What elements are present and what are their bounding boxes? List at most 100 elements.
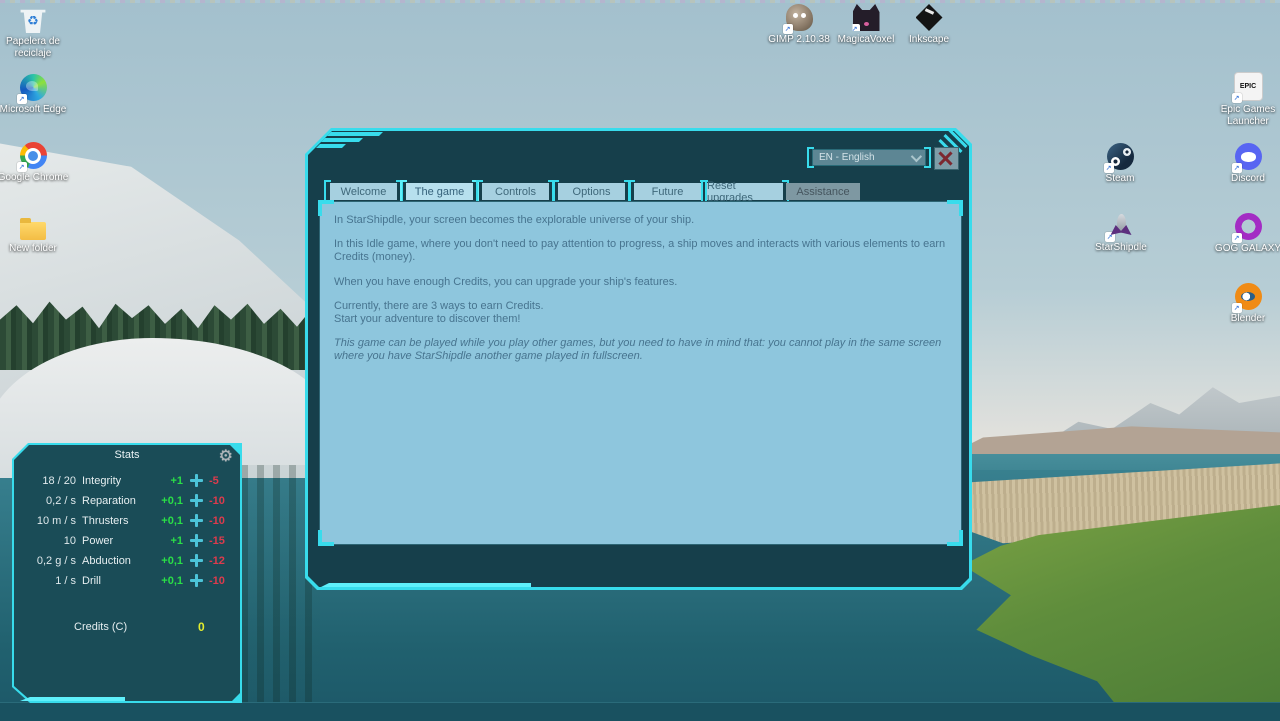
icon-label: Google Chrome: [0, 172, 68, 184]
tab-content-panel: In StarShipdle, your screen becomes the …: [319, 201, 962, 545]
tab-label: Options: [573, 186, 611, 198]
stat-cost: -10: [206, 515, 234, 527]
stat-gain: +0,1: [154, 515, 186, 527]
tab-label: The game: [415, 186, 465, 198]
tab-the-game[interactable]: The game: [406, 183, 473, 200]
tab-welcome[interactable]: Welcome: [330, 183, 397, 200]
bottom-edge-decoration: [321, 583, 531, 587]
stat-cost: -10: [206, 495, 234, 507]
shortcut-arrow-icon: [1232, 93, 1242, 103]
magicavoxel-icon: [853, 4, 880, 31]
icon-label: Discord: [1231, 173, 1265, 185]
tab-reset-upgrades[interactable]: Reset upgrades: [707, 183, 783, 200]
desktop-icon-discord[interactable]: Discord: [1209, 143, 1280, 185]
recycle-bin-icon: ♻: [20, 6, 47, 33]
icon-label: GIMP 2.10.38: [768, 34, 830, 46]
edge-icon: [20, 74, 47, 101]
icon-label: Microsoft Edge: [0, 104, 66, 116]
tab-future[interactable]: Future: [634, 183, 701, 200]
corner-decoration: [327, 132, 383, 136]
corner-bracket: [318, 200, 334, 216]
tab-controls[interactable]: Controls: [482, 183, 549, 200]
icon-label: Papelera de reciclaje: [0, 36, 72, 59]
upgrade-plus-button[interactable]: [190, 534, 203, 547]
desktop-icon-chrome[interactable]: Google Chrome: [0, 142, 72, 184]
corner-decoration: [232, 693, 240, 701]
corner-bracket: [947, 530, 963, 546]
corner-decoration: [316, 144, 346, 148]
desktop-icon-steam[interactable]: Steam: [1081, 143, 1159, 185]
shortcut-arrow-icon: [1232, 163, 1242, 173]
corner-decoration: [321, 138, 363, 142]
desktop-icon-starshipdle[interactable]: StarShipdle: [1082, 212, 1160, 254]
corner-bracket: [947, 200, 963, 216]
chrome-icon: [20, 142, 47, 169]
upgrade-plus-button[interactable]: [190, 514, 203, 527]
stat-value: 10: [24, 535, 82, 547]
desktop-icon-recycle-bin[interactable]: ♻ Papelera de reciclaje: [0, 6, 72, 59]
stat-gain: +0,1: [154, 495, 186, 507]
stat-label: Drill: [82, 575, 154, 587]
paragraph: When you have enough Credits, you can up…: [334, 276, 949, 289]
chevron-down-icon: [911, 150, 922, 161]
stat-gain: +1: [154, 535, 186, 547]
paragraph-line: Currently, there are 3 ways to earn Cred…: [334, 300, 544, 312]
stat-label: Thrusters: [82, 515, 154, 527]
epic-logo-text: EPIC: [1240, 83, 1256, 90]
tab-label: Future: [652, 186, 684, 198]
paragraph-italic: This game can be played while you play o…: [334, 337, 949, 363]
tab-label: Welcome: [341, 186, 387, 198]
screenshot-artifact-strip: [0, 0, 1280, 3]
gimp-icon: [786, 4, 813, 31]
desktop-icon-epic-games[interactable]: EPIC Epic Games Launcher: [1209, 72, 1280, 127]
shortcut-arrow-icon: [1232, 303, 1242, 313]
stat-cost: -15: [206, 535, 234, 547]
icon-label: GOG GALAXY: [1215, 243, 1280, 255]
credits-value: 0: [198, 620, 205, 634]
desktop-icon-gog-galaxy[interactable]: GOG GALAXY: [1209, 213, 1280, 255]
credits-label: Credits (C): [74, 621, 127, 633]
shortcut-arrow-icon: [17, 162, 27, 172]
stat-label: Power: [82, 535, 154, 547]
stat-label: Abduction: [82, 555, 154, 567]
corner-bracket: [318, 530, 334, 546]
stat-label: Reparation: [82, 495, 154, 507]
shortcut-arrow-icon: [1232, 233, 1242, 243]
language-dropdown[interactable]: EN - English: [812, 149, 926, 166]
upgrade-plus-button[interactable]: [190, 574, 203, 587]
icon-label: New folder: [9, 243, 57, 255]
game-window: EN - English Welcome The game Controls O…: [305, 128, 972, 590]
stat-value: 0,2 / s: [24, 495, 82, 507]
upgrade-plus-button[interactable]: [190, 474, 203, 487]
stat-value: 0,2 g / s: [24, 555, 82, 567]
shortcut-arrow-icon: [913, 24, 923, 34]
upgrade-plus-button[interactable]: [190, 554, 203, 567]
game-description-text: In StarShipdle, your screen becomes the …: [334, 214, 949, 375]
stats-rows: 18 / 20 Integrity +1 -5 0,2 / s Reparati…: [24, 474, 234, 587]
desktop-icon-blender[interactable]: Blender: [1209, 283, 1280, 325]
desktop-icon-inkscape[interactable]: Inkscape: [890, 4, 968, 46]
stats-panel: Stats ⚙ 18 / 20 Integrity +1 -5 0,2 / s …: [12, 443, 242, 703]
stat-value: 10 m / s: [24, 515, 82, 527]
stat-cost: -12: [206, 555, 234, 567]
folder-icon: [20, 222, 46, 240]
tab-label: Controls: [495, 186, 536, 198]
upgrade-plus-button[interactable]: [190, 494, 203, 507]
icon-label: StarShipdle: [1095, 242, 1147, 254]
paragraph: In this Idle game, where you don't need …: [334, 238, 949, 264]
stat-gain: +0,1: [154, 555, 186, 567]
blender-icon: [1235, 283, 1262, 310]
shortcut-arrow-icon: [783, 24, 793, 34]
recycle-glyph: ♻: [27, 13, 39, 29]
desktop-icon-new-folder[interactable]: New folder: [0, 216, 72, 255]
icon-label: Blender: [1231, 313, 1265, 325]
steam-icon: [1107, 143, 1134, 170]
stat-label: Integrity: [82, 475, 154, 487]
epic-games-icon: EPIC: [1234, 72, 1263, 101]
close-button[interactable]: [934, 147, 959, 170]
tab-options[interactable]: Options: [558, 183, 625, 200]
tab-assistance: Assistance: [786, 183, 860, 200]
gear-icon[interactable]: ⚙: [219, 446, 233, 466]
stats-title: Stats: [12, 449, 242, 461]
desktop-icon-edge[interactable]: Microsoft Edge: [0, 74, 72, 116]
